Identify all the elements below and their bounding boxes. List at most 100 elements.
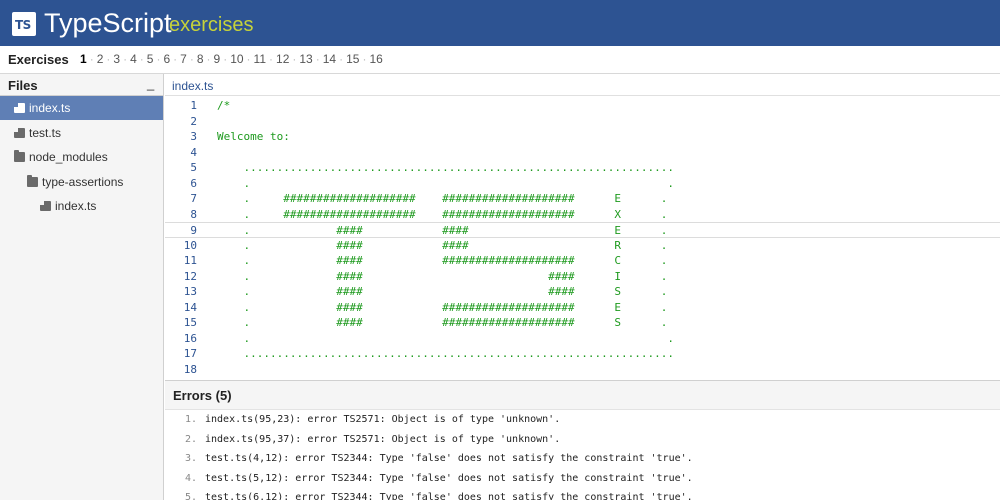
exercise-link-13[interactable]: 13 [299, 52, 312, 66]
exercise-separator: · [173, 52, 178, 66]
error-message: test.ts(4,12): error TS2344: Type 'false… [205, 453, 693, 464]
line-number: 2 [190, 114, 197, 128]
exercise-link-15[interactable]: 15 [346, 52, 359, 66]
exercise-link-11[interactable]: 11 [254, 52, 266, 66]
code-line: 7 . #################### ###############… [165, 191, 1000, 207]
error-number: 3. [184, 453, 197, 464]
code-line: 3 Welcome to: [165, 129, 1000, 145]
exercise-link-10[interactable]: 10 [230, 52, 243, 66]
line-content: . . [217, 176, 674, 190]
exercise-link-4[interactable]: 4 [130, 52, 137, 66]
exercise-link-2[interactable]: 2 [97, 52, 104, 66]
code-line: 18 [165, 362, 1000, 378]
exercise-link-3[interactable]: 3 [113, 52, 120, 66]
code-line: 13 . #### #### S . [165, 284, 1000, 300]
tree-item-label: index.ts [55, 199, 97, 213]
error-number: 5. [184, 492, 197, 500]
tree-item-label: node_modules [29, 150, 108, 164]
ts-logo: TS [12, 12, 36, 36]
error-item[interactable]: 3. test.ts(4,12): error TS2344: Type 'fal… [165, 449, 1000, 469]
code-line: 9 . #### #### E . [165, 222, 1000, 238]
tree-item[interactable]: index.ts [0, 96, 163, 120]
tree-item-label: test.ts [29, 125, 62, 140]
line-number: 9 [190, 224, 197, 237]
tree-item[interactable]: test.ts [0, 121, 163, 145]
exercise-link-7[interactable]: 7 [180, 52, 187, 66]
exercise-link-16[interactable]: 16 [369, 52, 382, 66]
line-content: . #### #################### S . [217, 316, 668, 329]
sidebar-header: Files _ [0, 74, 164, 96]
minimize-button[interactable]: _ [147, 76, 154, 91]
exercise-separator: · [123, 52, 128, 66]
tree-item-label: type-assertions [42, 174, 124, 189]
code-line: 10 . #### #### R . [165, 238, 1000, 254]
error-number: 2. [184, 433, 197, 445]
exercise-separator: · [139, 52, 144, 66]
line-content: . . [217, 331, 674, 345]
code-editor: index.ts 1 /* 2 3 Welcome to: 4 5 ............… [165, 74, 1000, 380]
line-content: . #### #### I . [217, 269, 668, 283]
code-line: 1 /* [165, 98, 1000, 114]
editor-tab-bar: index.ts [165, 74, 1000, 96]
line-number: 10 [183, 238, 197, 252]
folder-icon [14, 150, 25, 162]
exercise-separator: · [106, 52, 111, 66]
exercise-link-6[interactable]: 6 [163, 52, 170, 66]
line-content: /* [217, 99, 231, 112]
file-icon [40, 201, 51, 211]
exercise-link-9[interactable]: 9 [214, 52, 221, 66]
app-subtitle: exercises [169, 14, 254, 36]
code-line: 6 . . [165, 176, 1000, 192]
line-content: ........................................… [217, 347, 674, 360]
error-message: test.ts(6,12): error TS2344: Type 'false… [205, 492, 693, 500]
error-item[interactable]: 5. test.ts(6,12): error TS2344: Type 'fal… [165, 488, 1000, 500]
line-number: 14 [183, 300, 197, 314]
line-number: 4 [190, 145, 197, 159]
exercise-nav-label: Exercises [8, 52, 69, 67]
line-number: 11 [183, 254, 197, 267]
line-number: 1 [190, 99, 197, 112]
line-content: . #################### #################… [217, 207, 668, 221]
error-item[interactable]: 2. index.ts(95,37): error TS2571: Object … [165, 430, 1000, 450]
code-line: 17 .....................................… [165, 346, 1000, 362]
line-number: 16 [183, 331, 197, 345]
line-content: . #### #################### E . [217, 300, 668, 314]
exercise-separator: · [189, 52, 194, 66]
line-number: 3 [190, 130, 197, 143]
error-item[interactable]: 1. index.ts(95,23): error TS2571: Object … [165, 410, 1000, 430]
code-line: 5 ......................................… [165, 160, 1000, 176]
errors-panel: Errors (5) 1. index.ts(95,23): error TS25… [165, 380, 1000, 500]
exercise-link-14[interactable]: 14 [323, 52, 336, 66]
errors-list: 1. index.ts(95,23): error TS2571: Object … [165, 409, 1000, 500]
sidebar-title: Files [8, 78, 38, 93]
exercise-list: 1 · 2 · 3 · 4 · 5 · 6 · 7 · 8 · 9 · 10 · 11 · 12 · 13 · 14 · 15 · 16 [80, 52, 383, 66]
error-message: test.ts(5,12): error TS2344: Type 'false… [205, 472, 693, 484]
line-content: . #### #### E . [217, 224, 668, 237]
tree-item[interactable]: index.ts [0, 194, 163, 218]
exercise-link-5[interactable]: 5 [147, 52, 154, 66]
tree-item[interactable]: type-assertions [0, 170, 163, 194]
exercise-link-1[interactable]: 1 [80, 52, 87, 66]
exercise-link-12[interactable]: 12 [276, 52, 289, 66]
line-content: ........................................… [217, 161, 674, 174]
exercise-separator: · [292, 52, 297, 66]
exercise-separator: · [269, 52, 274, 66]
error-item[interactable]: 4. test.ts(5,12): error TS2344: Type 'fal… [165, 469, 1000, 489]
tree-item[interactable]: node_modules [0, 145, 163, 169]
line-content: . #### #### S . [217, 285, 668, 298]
error-number: 1. [184, 414, 197, 425]
code-line: 16 . . [165, 331, 1000, 347]
line-number: 18 [183, 362, 197, 376]
code-line: 15 . #### #################### S . [165, 315, 1000, 331]
code-area[interactable]: 1 /* 2 3 Welcome to: 4 5 .....................… [165, 98, 1000, 380]
file-sidebar: Files _ index.ts test.ts node_modules type-… [0, 74, 164, 500]
exercise-link-8[interactable]: 8 [197, 52, 204, 66]
errors-title: Errors (5) [173, 388, 232, 403]
exercise-separator: · [362, 52, 367, 66]
logo-text: TS [15, 18, 31, 32]
line-number: 13 [183, 285, 197, 298]
tab-index-ts[interactable]: index.ts [172, 79, 213, 93]
exercise-separator: · [339, 52, 344, 66]
file-icon [14, 103, 25, 113]
error-message: index.ts(95,23): error TS2571: Object is… [205, 414, 561, 425]
